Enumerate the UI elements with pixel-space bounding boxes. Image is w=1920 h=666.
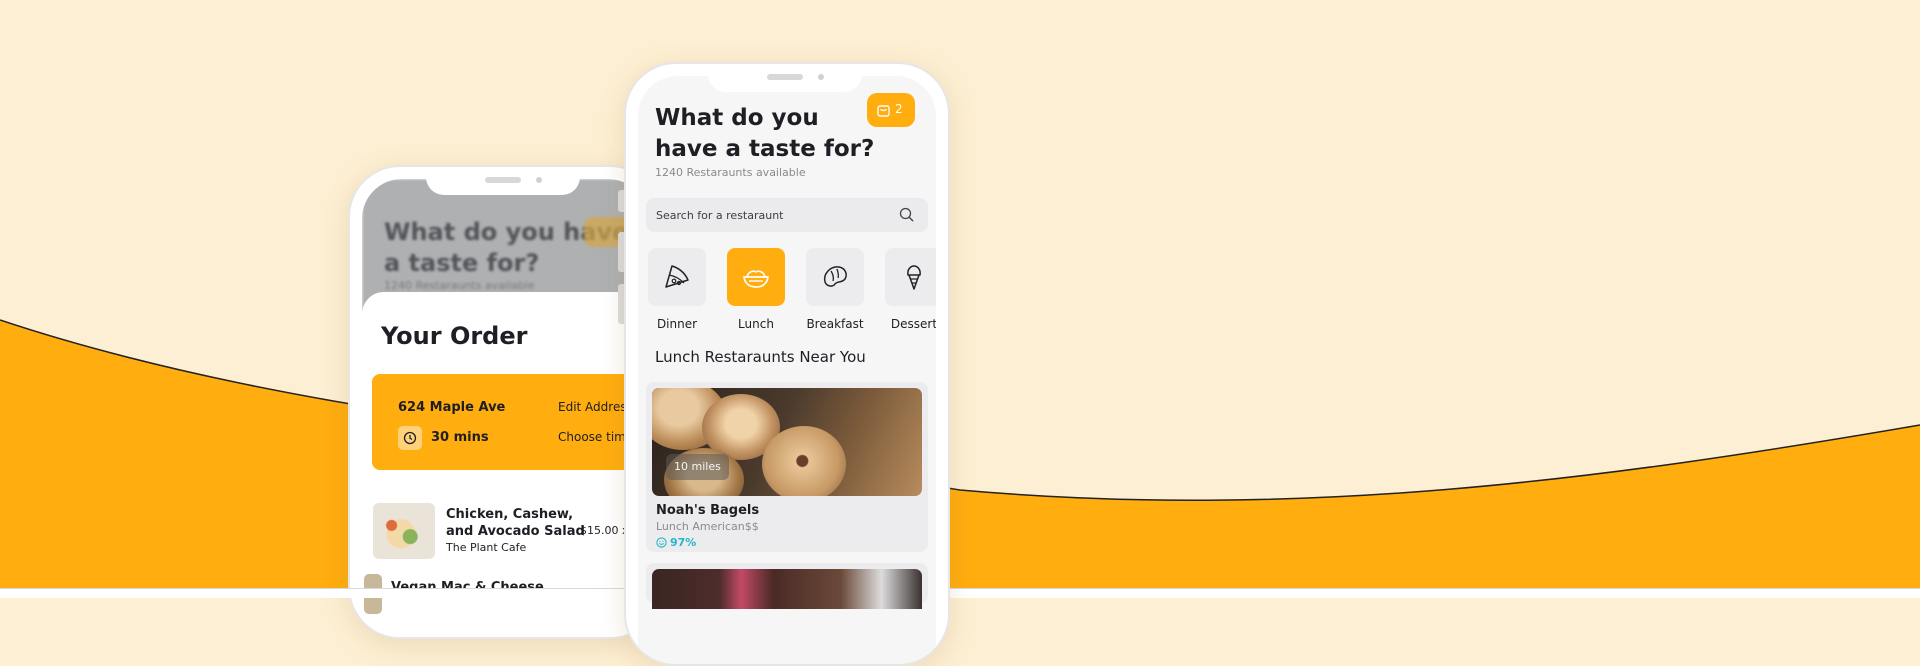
- cart-count: 2: [895, 102, 903, 116]
- choose-time-link[interactable]: Choose time: [558, 430, 633, 444]
- delivery-time: 30 mins: [431, 430, 489, 445]
- category-tile: [885, 248, 936, 306]
- category-label: Dessert: [890, 317, 936, 331]
- speaker-grille: [767, 74, 803, 80]
- order-item-price: $15.00 x: [580, 524, 629, 537]
- camera-dot: [536, 177, 542, 183]
- restaurant-image: 10 miles: [652, 388, 922, 496]
- restaurant-count: 1240 Restaraunts available: [655, 166, 806, 179]
- category-tile: [806, 248, 864, 306]
- restaurant-name: Noah's Bagels: [656, 503, 760, 518]
- category-tile: [727, 248, 785, 306]
- restaurant-rating: 97%: [656, 536, 696, 549]
- category-breakfast[interactable]: Breakfast: [800, 248, 870, 331]
- search-icon[interactable]: [899, 207, 914, 222]
- category-label: Lunch: [738, 317, 774, 331]
- category-lunch[interactable]: Lunch: [721, 248, 791, 331]
- orange-wave-background: [0, 319, 1920, 597]
- phone-notch: [426, 167, 580, 195]
- section-title: Lunch Restaraunts Near You: [655, 348, 866, 366]
- page-title: What do you have a taste for?: [655, 105, 875, 162]
- order-screen: What do you have a taste for? 1240 Resta…: [362, 179, 648, 637]
- category-dessert[interactable]: Dessert: [879, 248, 936, 331]
- order-item-name: Chicken, Cashew, and Avocado Salad: [446, 507, 585, 539]
- restaurants-phone-mockup: What do you have a taste for? 1240 Resta…: [624, 62, 950, 666]
- delivery-card: 624 Maple Ave Edit Address 30 mins Choos…: [372, 374, 648, 470]
- smile-icon: [656, 537, 667, 548]
- phone-notch: [708, 64, 862, 92]
- blurred-subtitle: 1240 Restaraunts available: [384, 279, 535, 292]
- pizza-icon: [665, 265, 689, 288]
- order-title: Your Order: [381, 322, 528, 350]
- restaurant-card[interactable]: [646, 563, 928, 609]
- speaker-grille: [485, 177, 521, 183]
- category-dinner[interactable]: Dinner: [642, 248, 712, 331]
- order-item-image: [373, 503, 435, 559]
- clock-icon: [398, 426, 422, 450]
- croissant-icon: [823, 266, 847, 287]
- edit-address-link[interactable]: Edit Address: [558, 400, 633, 414]
- search-bar: [646, 198, 928, 232]
- search-input[interactable]: [656, 198, 886, 232]
- camera-dot: [818, 74, 824, 80]
- rating-value: 97%: [670, 536, 697, 549]
- category-label: Breakfast: [806, 317, 864, 331]
- restaurant-category: Lunch American$$: [656, 520, 759, 533]
- ice-cream-icon: [907, 265, 921, 290]
- delivery-address: 624 Maple Ave: [398, 400, 506, 415]
- restaurants-screen: What do you have a taste for? 1240 Resta…: [638, 76, 936, 664]
- order-sheet: Your Order ✕ 624 Maple Ave Edit Address …: [362, 292, 648, 637]
- cart-button[interactable]: 2: [867, 93, 915, 127]
- restaurant-card[interactable]: 10 miles Noah's Bagels Lunch American$$ …: [646, 382, 928, 552]
- bowl-icon: [743, 270, 769, 288]
- category-tile: [648, 248, 706, 306]
- distance-badge: 10 miles: [666, 454, 729, 480]
- category-label: Dinner: [656, 317, 698, 331]
- order-item-restaurant: The Plant Cafe: [446, 541, 527, 554]
- order-phone-mockup: What do you have a taste for? 1240 Resta…: [348, 165, 662, 639]
- restaurant-image: [652, 569, 922, 609]
- bag-icon: [877, 105, 890, 117]
